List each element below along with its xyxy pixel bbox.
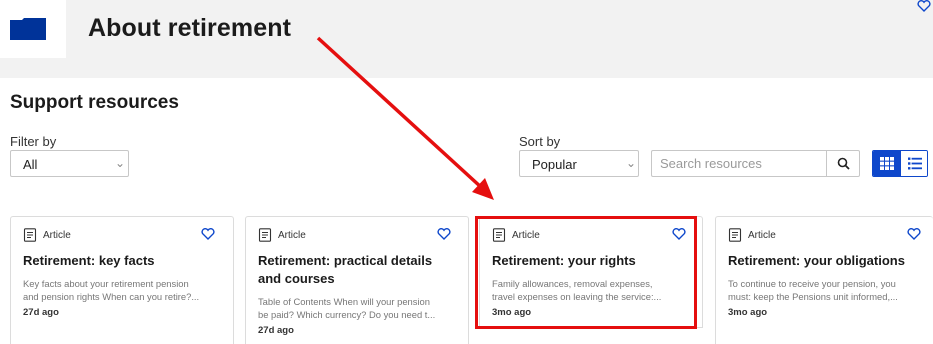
card-date: 3mo ago — [728, 307, 768, 318]
resource-card[interactable]: Article Retirement: practical details an… — [245, 216, 469, 344]
search-button[interactable] — [826, 150, 860, 177]
card-description-line: Key facts about your retirement pension — [23, 278, 189, 289]
search-icon — [837, 157, 850, 170]
sort-value: Popular — [532, 157, 577, 172]
heart-icon[interactable] — [907, 228, 921, 240]
folder-icon — [10, 18, 46, 40]
filter-select[interactable]: All ⌄ — [10, 150, 129, 177]
sort-label: Sort by — [519, 134, 561, 149]
card-type-label: Article — [278, 230, 306, 241]
filter-label: Filter by — [10, 134, 57, 149]
card-type-label: Article — [43, 230, 71, 241]
card-title[interactable]: Retirement: your obligations — [728, 252, 928, 270]
chevron-down-icon: ⌄ — [626, 156, 637, 170]
heart-icon[interactable] — [437, 228, 451, 240]
filter-value: All — [23, 157, 38, 172]
card-title[interactable]: Retirement: key facts — [23, 252, 223, 270]
card-description-line: To continue to receive your pension, you — [728, 278, 896, 289]
card-date: 27d ago — [23, 307, 59, 318]
card-description: Table of Contents When will your pension… — [258, 295, 463, 321]
heart-icon[interactable] — [201, 228, 215, 240]
resource-card[interactable]: Article Retirement: key facts Key facts … — [10, 216, 234, 344]
logo-tile — [0, 0, 66, 58]
sort-select[interactable]: Popular ⌄ — [519, 150, 639, 177]
card-date: 27d ago — [258, 325, 294, 336]
view-toggle — [872, 150, 928, 177]
article-icon — [23, 228, 37, 242]
card-description-line: and pension rights When can you retire?.… — [23, 291, 200, 302]
chevron-down-icon: ⌄ — [115, 156, 126, 170]
heart-icon[interactable] — [917, 0, 931, 12]
article-icon — [728, 228, 742, 242]
list-view-button[interactable] — [901, 151, 927, 176]
card-description-line: Table of Contents When will your pension — [258, 296, 430, 307]
grid-view-button[interactable] — [873, 151, 901, 176]
grid-view-icon — [880, 157, 894, 170]
highlight-box — [475, 216, 697, 329]
card-description: To continue to receive your pension, you… — [728, 277, 933, 303]
article-icon — [258, 228, 272, 242]
card-description-line: be paid? Which currency? Do you need t..… — [258, 309, 436, 320]
section-title: Support resources — [10, 92, 179, 113]
resource-card[interactable]: Article Retirement: your obligations To … — [715, 216, 933, 344]
card-description: Key facts about your retirement pension … — [23, 277, 228, 303]
page-title: About retirement — [88, 14, 292, 42]
card-title[interactable]: Retirement: practical details and course… — [258, 252, 458, 288]
list-view-icon — [908, 157, 922, 170]
card-type-label: Article — [748, 230, 776, 241]
search-input[interactable] — [651, 150, 827, 177]
card-description-line: must: keep the Pensions unit informed,..… — [728, 291, 898, 302]
